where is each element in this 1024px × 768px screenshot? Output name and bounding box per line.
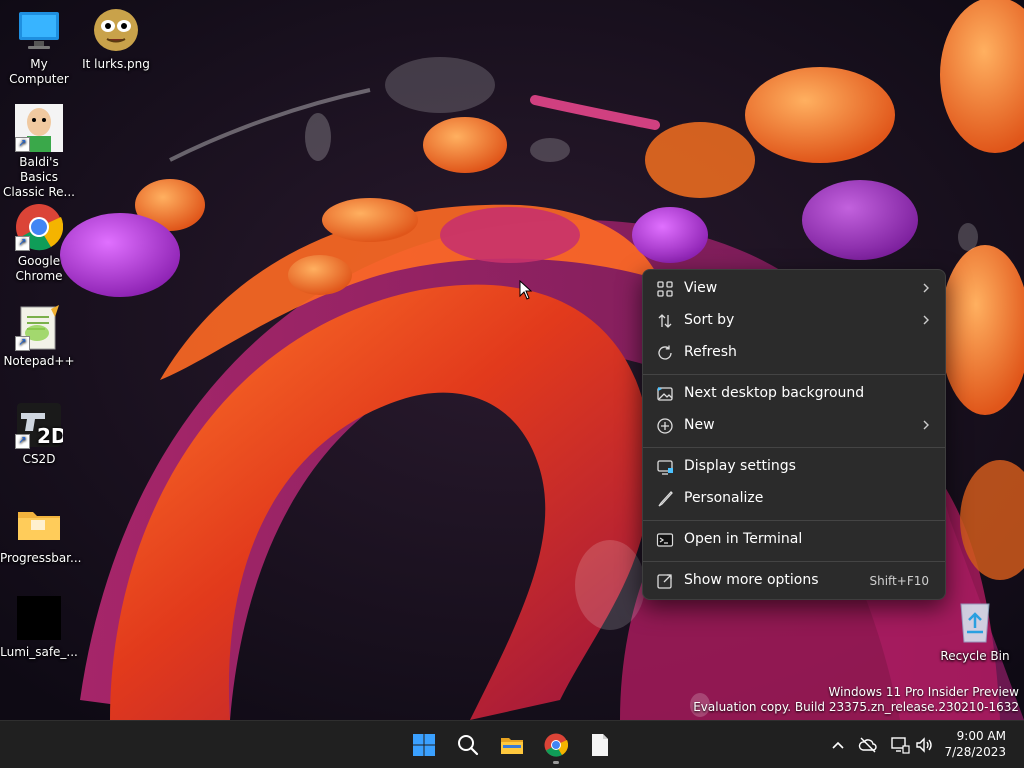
grid-view-icon — [657, 281, 673, 297]
desktop-icon-label: It lurks.png — [82, 57, 150, 71]
desktop-icon-label: Lumi_safe_... — [0, 645, 78, 659]
desktop-icon-label: Notepad++ — [3, 354, 75, 368]
menu-separator — [643, 561, 945, 562]
start-icon — [413, 734, 435, 756]
menu-item-show-more-options[interactable]: Show more options Shift+F10 — [647, 566, 941, 596]
chrome-icon: ↗ — [15, 203, 64, 251]
terminal-icon — [656, 533, 674, 547]
file-explorer-icon — [501, 738, 523, 754]
brush-icon — [658, 491, 673, 507]
desktop-icon-google-chrome[interactable]: ↗ Google Chrome — [0, 203, 78, 284]
share-icon — [657, 574, 672, 589]
desktop-icon-label: Progressbar... — [0, 551, 82, 565]
desktop-icon-recycle-bin[interactable]: Recycle Bin — [936, 598, 1014, 664]
chevron-right-icon — [923, 420, 929, 430]
start-button[interactable] — [408, 729, 440, 761]
folder-icon — [15, 500, 63, 548]
sort-arrows-icon — [658, 314, 672, 328]
menu-item-view[interactable]: View — [647, 274, 941, 304]
shortcut-arrow-icon: ↗ — [15, 434, 30, 449]
clock-time: 9:00 AM — [956, 729, 1006, 743]
desktop-icon-label: Google Chrome — [15, 254, 63, 283]
notepad-plus-plus-icon: ↗ — [15, 303, 63, 351]
cloud-offline-icon — [858, 737, 877, 753]
menu-separator — [643, 520, 945, 521]
speaker-icon — [916, 737, 932, 753]
menu-separator — [643, 447, 945, 448]
image-next-icon — [657, 387, 673, 401]
menu-item-refresh[interactable]: Refresh — [647, 338, 941, 368]
desktop-icon-progressbar[interactable]: Progressbar... — [0, 500, 82, 566]
desktop-context-menu: View Sort by Refresh Next desktop backgr… — [642, 269, 946, 600]
windows-watermark: Windows 11 Pro Insider Preview Evaluatio… — [693, 685, 1019, 715]
notepad-taskbar-button[interactable] — [584, 729, 616, 761]
baldi-game-icon: ↗ — [15, 104, 63, 152]
cs2d-game-icon: 2D ↗ — [15, 401, 68, 449]
running-indicator — [553, 761, 559, 764]
menu-item-open-in-terminal[interactable]: Open in Terminal — [647, 525, 941, 555]
onedrive-status-button[interactable] — [858, 735, 878, 755]
watermark-build: Evaluation copy. Build 23375.zn_release.… — [693, 700, 1019, 714]
search-icon — [458, 735, 479, 756]
chevron-right-icon — [923, 283, 929, 293]
shortcut-arrow-icon: ↗ — [15, 336, 30, 351]
volume-button[interactable] — [914, 735, 934, 755]
menu-item-display-settings[interactable]: Display settings — [647, 452, 941, 482]
svg-text:2D: 2D — [37, 424, 63, 448]
desktop-icon-lumi-safe[interactable]: Lumi_safe_... — [0, 594, 78, 660]
clock-date: 7/28/2023 — [944, 745, 1006, 759]
desktop-icon-baldis-basics[interactable]: ↗ Baldi's Basics Classic Re... — [0, 104, 78, 200]
menu-item-next-desktop-background[interactable]: Next desktop background — [647, 379, 941, 409]
monitor-icon — [657, 460, 673, 475]
desktop-icon-label: My Computer — [9, 57, 69, 86]
shortcut-arrow-icon: ↗ — [15, 236, 30, 251]
desktop-icon-label: CS2D — [22, 452, 56, 466]
chevron-up-icon — [832, 741, 844, 749]
desktop-icon-my-computer[interactable]: My Computer — [0, 6, 78, 87]
menu-item-personalize[interactable]: Personalize — [647, 484, 941, 514]
keyboard-shortcut: Shift+F10 — [869, 574, 929, 588]
watermark-edition: Windows 11 Pro Insider Preview — [828, 685, 1019, 699]
menu-item-sort-by[interactable]: Sort by — [647, 306, 941, 336]
refresh-icon — [658, 345, 672, 360]
file-explorer-button[interactable] — [496, 729, 528, 761]
taskbar: 9:00 AM 7/28/2023 — [0, 720, 1024, 768]
search-button[interactable] — [452, 729, 484, 761]
desktop-icon-cs2d[interactable]: 2D ↗ CS2D — [0, 401, 78, 467]
desktop-icon-label: Baldi's Basics Classic Re... — [3, 155, 75, 199]
chevron-right-icon — [923, 315, 929, 325]
show-hidden-icons-button[interactable] — [828, 735, 848, 755]
black-file-icon — [15, 594, 63, 642]
face-image-icon — [92, 6, 140, 54]
network-button[interactable] — [890, 735, 910, 755]
plus-circle-icon — [657, 418, 673, 434]
recycle-bin-icon — [951, 598, 999, 646]
desktop-icon-it-lurks[interactable]: It lurks.png — [77, 6, 155, 72]
desktop-icon-notepad-plus-plus[interactable]: ↗ Notepad++ — [0, 303, 78, 369]
notepad-icon — [592, 734, 608, 756]
taskbar-clock[interactable]: 9:00 AM 7/28/2023 — [944, 728, 1006, 760]
mouse-cursor-icon — [519, 280, 533, 300]
menu-item-new[interactable]: New — [647, 411, 941, 441]
monitor-icon — [15, 6, 63, 54]
menu-separator — [643, 374, 945, 375]
shortcut-arrow-icon: ↗ — [15, 137, 30, 152]
chrome-icon — [544, 733, 568, 757]
chrome-taskbar-button[interactable] — [540, 729, 572, 764]
network-icon — [891, 737, 910, 754]
desktop-icon-label: Recycle Bin — [940, 649, 1010, 663]
